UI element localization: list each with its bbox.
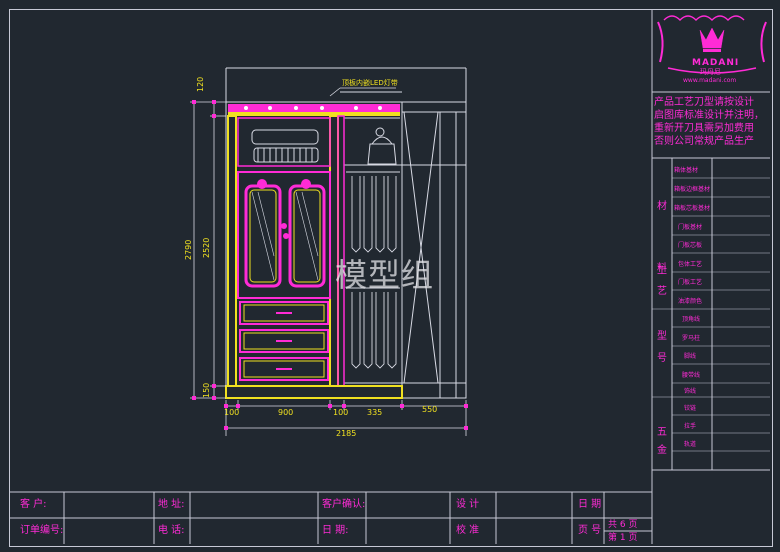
spec-row: 脚线 (684, 353, 697, 360)
crown-moulding-lower (228, 112, 400, 116)
wardrobe-doors (237, 171, 331, 299)
dim-total: 2185 (336, 429, 357, 438)
spec-row: 腰带线 (682, 372, 701, 379)
tb-date: 日 期: (322, 525, 349, 536)
dim-bottom-3: 100 (333, 408, 349, 417)
tb-pages: 页 号 (578, 525, 602, 536)
spec-row: 门板基材 (678, 224, 703, 231)
dim-bottom-5: 550 (422, 405, 438, 414)
tb-total: 共 6 页 (608, 520, 638, 530)
left-pilaster (227, 115, 237, 387)
dim-height: 2790 (184, 239, 193, 260)
tb-phone: 电 话: (158, 525, 185, 536)
spec-group-craft: 工艺 (657, 266, 667, 297)
spec-row: 箱体基材 (674, 167, 699, 174)
led-label: 顶板内嵌LED灯带 (342, 79, 398, 87)
spec-row: 拉手 (684, 423, 697, 430)
brand-name: MADANI (692, 58, 740, 68)
notice-line: 启图库标准设计并注明， (654, 110, 764, 121)
spec-row: 罗马柱 (682, 335, 701, 342)
spec-row: 铰链 (684, 405, 697, 412)
brand-cn: 玛丹尼 (700, 68, 721, 76)
tb-address: 地 址: (158, 499, 185, 510)
spec-row-lines (652, 177, 770, 452)
spec-row: 门板芯板 (678, 242, 703, 249)
spec-row: 箱板芯板基材 (674, 205, 711, 212)
tb-confirm: 客户确认: (322, 499, 366, 510)
tb-check: 校 准 (456, 525, 480, 536)
handbag (367, 127, 397, 165)
tb-design: 设 计 (456, 499, 480, 510)
dim-left-150: 150 (202, 382, 211, 398)
base-plinth (225, 385, 403, 399)
drawers (239, 301, 329, 381)
spec-row: 门板工艺 (678, 279, 703, 286)
notice-line: 否则公司常规产品生产 (654, 136, 754, 147)
dim-bottom-1: 100 (224, 408, 240, 417)
tb-order-no: 订单编号: (20, 525, 64, 536)
tb-current: 第 1 页 (608, 533, 638, 543)
spec-row: 顶角线 (682, 316, 701, 323)
top-shelf (237, 117, 331, 167)
notice: 产品工艺刀型请按设计 启图库标准设计并注明， 重新开刀具需另加费用 否则公司常规… (654, 98, 770, 147)
brand-url: www.madani.com (683, 77, 737, 84)
folded-clothes (251, 129, 319, 163)
spec-row: 饰线 (684, 388, 697, 395)
dim-left-2520: 2520 (202, 237, 211, 258)
spec-row: 轨道 (684, 441, 697, 448)
tb-date2: 日 期 (578, 499, 602, 510)
watermark: 模型组 (335, 256, 435, 294)
spec-row: 包体工艺 (678, 261, 703, 268)
notice-line: 产品工艺刀型请按设计 (654, 97, 754, 108)
spec-row: 箱板边框基材 (674, 186, 711, 193)
spec-group-hardware: 五金 (657, 427, 667, 456)
dim-bottom-4: 335 (367, 408, 383, 417)
spec-row: 油漆颜色 (678, 298, 703, 305)
tb-customer: 客 户: (20, 499, 47, 510)
notice-line: 重新开刀具需另加费用 (654, 123, 754, 134)
crown-moulding (228, 104, 400, 112)
dim-left-120: 120 (196, 76, 205, 92)
spec-group-model: 型号 (657, 331, 667, 364)
dim-bottom-2: 900 (278, 408, 294, 417)
